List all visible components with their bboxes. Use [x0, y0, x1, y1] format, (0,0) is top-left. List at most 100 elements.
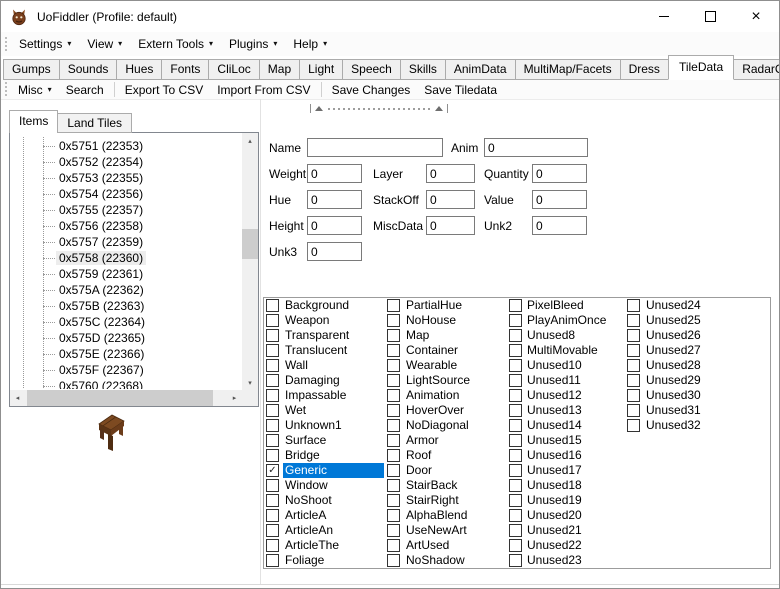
checkbox-hoverover[interactable]	[387, 404, 400, 417]
checkbox-unused15[interactable]	[509, 434, 522, 447]
tree-node[interactable]: 0x5752 (22354)	[10, 154, 241, 170]
flag-label-artused[interactable]: ArtUsed	[404, 538, 451, 553]
flag-label-nohouse[interactable]: NoHouse	[404, 313, 458, 328]
value-field[interactable]	[532, 190, 587, 209]
flag-label-unused26[interactable]: Unused26	[644, 328, 703, 343]
flag-label-foliage[interactable]: Foliage	[283, 553, 326, 568]
tree-node[interactable]: 0x5757 (22359)	[10, 234, 241, 250]
checkbox-playanimonce[interactable]	[509, 314, 522, 327]
collapse-splitter[interactable]	[310, 104, 448, 113]
checkbox-unused19[interactable]	[509, 494, 522, 507]
checkbox-unused14[interactable]	[509, 419, 522, 432]
tab-dress[interactable]: Dress	[620, 59, 669, 80]
flag-label-noshoot[interactable]: NoShoot	[283, 493, 334, 508]
tab-light[interactable]: Light	[299, 59, 343, 80]
checkbox-lightsource[interactable]	[387, 374, 400, 387]
tab-tiledata[interactable]: TileData	[668, 55, 734, 80]
flag-label-unused25[interactable]: Unused25	[644, 313, 703, 328]
checkbox-unused28[interactable]	[627, 359, 640, 372]
tab-animdata[interactable]: AnimData	[445, 59, 516, 80]
height-field[interactable]	[307, 216, 362, 235]
checkbox-partialhue[interactable]	[387, 299, 400, 312]
flag-label-surface[interactable]: Surface	[283, 433, 328, 448]
checkbox-unused8[interactable]	[509, 329, 522, 342]
tab-multimap-facets[interactable]: MultiMap/Facets	[515, 59, 621, 80]
flag-label-pixelbleed[interactable]: PixelBleed	[525, 298, 586, 313]
checkbox-generic[interactable]: ✓	[266, 464, 279, 477]
flag-label-unused16[interactable]: Unused16	[525, 448, 584, 463]
checkbox-wall[interactable]	[266, 359, 279, 372]
checkbox-impassable[interactable]	[266, 389, 279, 402]
tree-node[interactable]: 0x5754 (22356)	[10, 186, 241, 202]
checkbox-unused29[interactable]	[627, 374, 640, 387]
miscdata-field[interactable]	[426, 216, 475, 235]
tab-skills[interactable]: Skills	[400, 59, 446, 80]
checkbox-unused16[interactable]	[509, 449, 522, 462]
toolbar-export-to-csv-button[interactable]: Export To CSV	[118, 80, 210, 99]
checkbox-weapon[interactable]	[266, 314, 279, 327]
tree-node[interactable]: 0x5751 (22353)	[10, 138, 241, 154]
flag-label-wet[interactable]: Wet	[283, 403, 308, 418]
left-tab-land-tiles[interactable]: Land Tiles	[57, 113, 132, 133]
checkbox-unused17[interactable]	[509, 464, 522, 477]
checkbox-wet[interactable]	[266, 404, 279, 417]
flag-label-nodiagonal[interactable]: NoDiagonal	[404, 418, 471, 433]
flag-label-impassable[interactable]: Impassable	[283, 388, 348, 403]
flag-label-damaging[interactable]: Damaging	[283, 373, 342, 388]
checkbox-wearable[interactable]	[387, 359, 400, 372]
flag-label-unused28[interactable]: Unused28	[644, 358, 703, 373]
flag-label-hoverover[interactable]: HoverOver	[404, 403, 466, 418]
flag-label-articlethe[interactable]: ArticleThe	[283, 538, 341, 553]
flag-label-unused23[interactable]: Unused23	[525, 553, 584, 568]
checkbox-translucent[interactable]	[266, 344, 279, 357]
checkbox-unused25[interactable]	[627, 314, 640, 327]
scroll-down-icon[interactable]: ▾	[242, 375, 258, 390]
stackoff-field[interactable]	[426, 190, 475, 209]
tree-horizontal-scrollbar[interactable]: ◂ ▸	[10, 390, 242, 406]
flag-label-usenewart[interactable]: UseNewArt	[404, 523, 469, 538]
tree-node[interactable]: 0x575D (22365)	[10, 330, 241, 346]
checkbox-nohouse[interactable]	[387, 314, 400, 327]
flag-label-alphablend[interactable]: AlphaBlend	[404, 508, 469, 523]
flag-label-unused30[interactable]: Unused30	[644, 388, 703, 403]
checkbox-usenewart[interactable]	[387, 524, 400, 537]
menu-settings[interactable]: Settings▾	[11, 33, 79, 55]
tree-node[interactable]: 0x575E (22366)	[10, 346, 241, 362]
menu-view[interactable]: View▾	[79, 33, 130, 55]
flag-label-roof[interactable]: Roof	[404, 448, 433, 463]
checkbox-unknown1[interactable]	[266, 419, 279, 432]
menu-extern-tools[interactable]: Extern Tools▾	[130, 33, 221, 55]
checkbox-unused23[interactable]	[509, 554, 522, 567]
flag-label-container[interactable]: Container	[404, 343, 460, 358]
tree-node[interactable]: 0x5759 (22361)	[10, 266, 241, 282]
flag-label-unused31[interactable]: Unused31	[644, 403, 703, 418]
checkbox-unused20[interactable]	[509, 509, 522, 522]
scroll-left-icon[interactable]: ◂	[10, 390, 25, 406]
flag-label-weapon[interactable]: Weapon	[283, 313, 331, 328]
toolbar-save-changes-button[interactable]: Save Changes	[325, 80, 418, 99]
checkbox-stairright[interactable]	[387, 494, 400, 507]
checkbox-animation[interactable]	[387, 389, 400, 402]
checkbox-unused11[interactable]	[509, 374, 522, 387]
flag-label-wall[interactable]: Wall	[283, 358, 310, 373]
checkbox-roof[interactable]	[387, 449, 400, 462]
scroll-right-icon[interactable]: ▸	[227, 390, 242, 406]
checkbox-unused10[interactable]	[509, 359, 522, 372]
flag-label-transparent[interactable]: Transparent	[283, 328, 351, 343]
maximize-button[interactable]	[687, 1, 733, 32]
checkbox-alphablend[interactable]	[387, 509, 400, 522]
flag-label-unused10[interactable]: Unused10	[525, 358, 584, 373]
quantity-field[interactable]	[532, 164, 587, 183]
flag-label-noshadow[interactable]: NoShadow	[404, 553, 467, 568]
tree-node[interactable]: 0x575F (22367)	[10, 362, 241, 378]
flag-label-unused13[interactable]: Unused13	[525, 403, 584, 418]
checkbox-unused21[interactable]	[509, 524, 522, 537]
flag-label-unused14[interactable]: Unused14	[525, 418, 584, 433]
flag-label-unused32[interactable]: Unused32	[644, 418, 703, 433]
checkbox-bridge[interactable]	[266, 449, 279, 462]
flag-label-unused18[interactable]: Unused18	[525, 478, 584, 493]
close-button[interactable]: ×	[733, 1, 779, 32]
unk3-field[interactable]	[307, 242, 362, 261]
flag-label-animation[interactable]: Animation	[404, 388, 461, 403]
tree-node[interactable]: 0x5758 (22360)	[10, 250, 241, 266]
